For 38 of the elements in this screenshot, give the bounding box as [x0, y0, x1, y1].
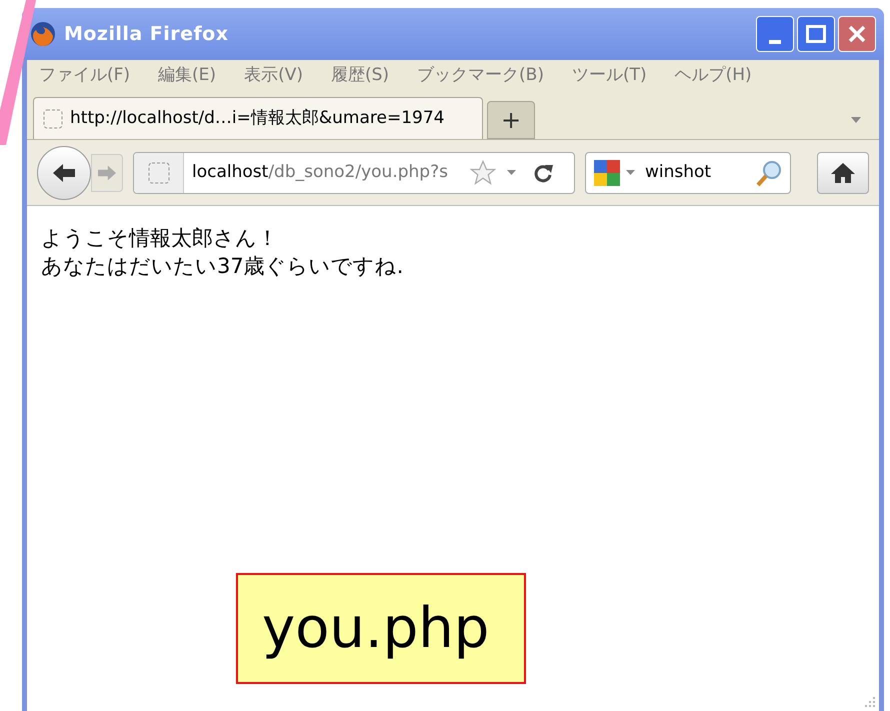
- dropdown-arrow-icon[interactable]: [626, 170, 635, 175]
- home-icon: [830, 162, 856, 184]
- site-identity-icon[interactable]: [146, 160, 170, 184]
- search-bar[interactable]: winshot: [585, 152, 791, 194]
- maximize-icon: [806, 25, 826, 43]
- forward-button[interactable]: [91, 154, 123, 192]
- search-engine-logo-icon[interactable]: [592, 158, 622, 188]
- resize-grip-icon[interactable]: [863, 695, 877, 709]
- window-title: Mozilla Firefox: [64, 22, 228, 47]
- minimize-icon: [769, 40, 781, 44]
- address-bar[interactable]: localhost/db_sono2/you.php?s: [133, 152, 575, 194]
- new-tab-button[interactable]: +: [487, 101, 535, 139]
- menu-item[interactable]: ブックマーク(B): [417, 63, 544, 89]
- back-arrow-icon: [51, 162, 77, 184]
- dropdown-arrow-icon[interactable]: [507, 170, 516, 175]
- close-button[interactable]: [838, 16, 876, 52]
- menu-item[interactable]: 履歴(S): [330, 63, 390, 89]
- maximize-button[interactable]: [797, 16, 835, 52]
- fox-logo-icon: [30, 21, 56, 47]
- page-text: あなたはだいたい37歳ぐらいですね.: [41, 253, 404, 280]
- browser-tab[interactable]: http://localhost/d…i=情報太郎&umare=1974: [33, 97, 483, 139]
- back-button[interactable]: [37, 146, 91, 200]
- menu-item[interactable]: ヘルプ(H): [674, 63, 752, 89]
- tab-list-arrow-icon[interactable]: [851, 117, 861, 123]
- search-text: winshot: [645, 160, 712, 184]
- menu-item[interactable]: 表示(V): [244, 63, 303, 89]
- page-text: ようこそ情報太郎さん！: [41, 225, 279, 252]
- page-icon: [42, 108, 64, 130]
- minimize-button[interactable]: [756, 16, 794, 52]
- callout-label: you.php: [236, 573, 526, 684]
- home-button[interactable]: [817, 152, 869, 194]
- menu-item[interactable]: ツール(T): [572, 63, 647, 89]
- url-text: localhost/db_sono2/you.php?s: [192, 160, 449, 184]
- star-icon[interactable]: [469, 158, 497, 186]
- menu-item[interactable]: ファイル(F): [39, 63, 130, 89]
- menu-item[interactable]: 編集(E): [158, 63, 216, 89]
- forward-arrow-icon: [96, 164, 118, 182]
- close-icon: [847, 24, 867, 44]
